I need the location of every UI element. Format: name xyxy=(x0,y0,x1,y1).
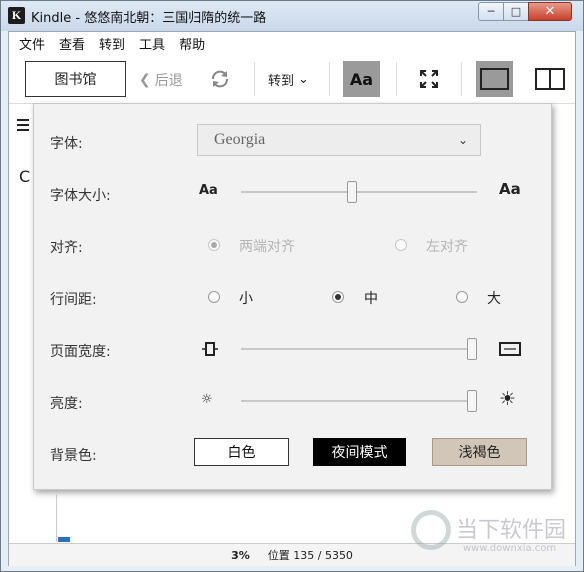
back-label: 后退 xyxy=(154,73,183,89)
background-sepia-button[interactable]: 浅褐色 xyxy=(432,438,527,466)
background-white-button[interactable]: 白色 xyxy=(194,438,289,466)
chevron-down-icon: ⌄ xyxy=(457,133,468,147)
line-spacing-small-label: 小 xyxy=(239,291,253,307)
menu-view[interactable]: 查看 xyxy=(52,34,92,53)
kindle-app-icon: K xyxy=(8,7,25,24)
page-width-label: 页面宽度: xyxy=(50,344,111,360)
font-select[interactable]: Georgia ⌄ xyxy=(197,124,481,156)
font-size-decrease-icon[interactable]: Aa xyxy=(199,184,218,197)
sync-icon[interactable] xyxy=(209,68,231,90)
background-night-button[interactable]: 夜间模式 xyxy=(313,438,406,466)
font-settings-button[interactable]: Aa xyxy=(343,61,380,97)
table-of-contents-icon[interactable] xyxy=(17,119,29,131)
brightness-high-icon[interactable]: ☀ xyxy=(499,390,516,409)
wide-width-icon[interactable] xyxy=(499,342,521,356)
font-size-increase-icon[interactable]: Aa xyxy=(499,182,521,197)
line-spacing-label: 行间距: xyxy=(50,292,97,308)
page-width-slider-thumb[interactable] xyxy=(467,338,477,360)
font-label: 字体: xyxy=(50,136,83,152)
minimize-button[interactable]: ─ xyxy=(478,2,504,21)
align-left-radio[interactable] xyxy=(395,239,407,251)
library-button[interactable]: 图书馆 xyxy=(25,61,126,97)
watermark-logo-icon xyxy=(411,510,451,550)
toolbar-separator xyxy=(461,62,462,96)
watermark: 当下软件园 www.downxia.com xyxy=(401,508,581,568)
toolbar-separator xyxy=(396,62,397,96)
line-spacing-medium-label: 中 xyxy=(364,291,378,307)
font-settings-panel: 字体: Georgia ⌄ 字体大小: Aa Aa 对齐: 两端对齐 左对齐 行… xyxy=(33,103,552,490)
maximize-icon: □ xyxy=(510,5,522,18)
goto-button[interactable]: 转到 ⌄ xyxy=(268,70,309,89)
goto-label: 转到 xyxy=(268,74,295,89)
title-bar[interactable]: K Kindle - 悠悠南北朝：三国归隋的统一路 ─ □ ✕ xyxy=(1,1,583,31)
reading-location: 位置 135 / 5350 xyxy=(267,549,353,562)
align-justify-radio[interactable] xyxy=(208,239,220,251)
menu-goto[interactable]: 转到 xyxy=(92,34,132,53)
menu-help[interactable]: 帮助 xyxy=(172,34,212,53)
single-page-icon xyxy=(480,68,509,90)
minimize-icon: ─ xyxy=(487,5,495,18)
narrow-width-icon[interactable] xyxy=(201,341,219,357)
line-spacing-large-label: 大 xyxy=(487,291,501,307)
line-spacing-small-radio[interactable] xyxy=(208,291,220,303)
menu-tools[interactable]: 工具 xyxy=(132,34,172,53)
window-title: Kindle - 悠悠南北朝：三国归隋的统一路 xyxy=(31,11,267,26)
maximize-button[interactable]: □ xyxy=(503,2,529,21)
back-button[interactable]: ❮ 后退 xyxy=(139,70,183,90)
font-size-slider-thumb[interactable] xyxy=(347,181,358,203)
font-size-label: 字体大小: xyxy=(50,188,111,204)
brightness-label: 亮度: xyxy=(50,396,83,412)
close-button[interactable]: ✕ xyxy=(528,2,572,21)
page-divider xyxy=(56,495,57,542)
background-color-label: 背景色: xyxy=(50,448,97,464)
chevron-left-icon: ❮ xyxy=(139,72,151,88)
align-left-label: 左对齐 xyxy=(426,239,468,255)
progress-marker xyxy=(58,537,70,542)
reader-text-fragment: C xyxy=(19,167,31,186)
toolbar-separator xyxy=(329,62,330,96)
menu-bar: 文件 查看 转到 工具 帮助 xyxy=(9,32,575,54)
watermark-text: 当下软件园 xyxy=(456,518,567,543)
two-column-button[interactable] xyxy=(535,68,565,90)
toolbar-separator xyxy=(254,62,255,96)
reading-percent: 3% xyxy=(231,548,250,562)
page-width-slider[interactable] xyxy=(241,348,477,350)
toolbar: 图书馆 ❮ 后退 转到 ⌄ Aa xyxy=(9,54,575,104)
close-icon: ✕ xyxy=(544,4,556,19)
align-justify-label: 两端对齐 xyxy=(239,239,295,255)
watermark-url: www.downxia.com xyxy=(463,543,557,554)
chevron-down-icon: ⌄ xyxy=(298,72,309,87)
line-spacing-medium-radio[interactable] xyxy=(332,291,344,303)
menu-file[interactable]: 文件 xyxy=(12,34,52,53)
brightness-slider[interactable] xyxy=(241,400,477,402)
font-select-value: Georgia xyxy=(214,131,266,148)
single-column-button[interactable] xyxy=(476,61,513,97)
alignment-label: 对齐: xyxy=(50,240,83,256)
line-spacing-large-radio[interactable] xyxy=(456,291,468,303)
brightness-slider-thumb[interactable] xyxy=(467,390,477,412)
fullscreen-icon[interactable] xyxy=(418,68,440,90)
font-size-slider[interactable] xyxy=(241,191,477,193)
brightness-low-icon[interactable]: ☼ xyxy=(201,393,213,406)
